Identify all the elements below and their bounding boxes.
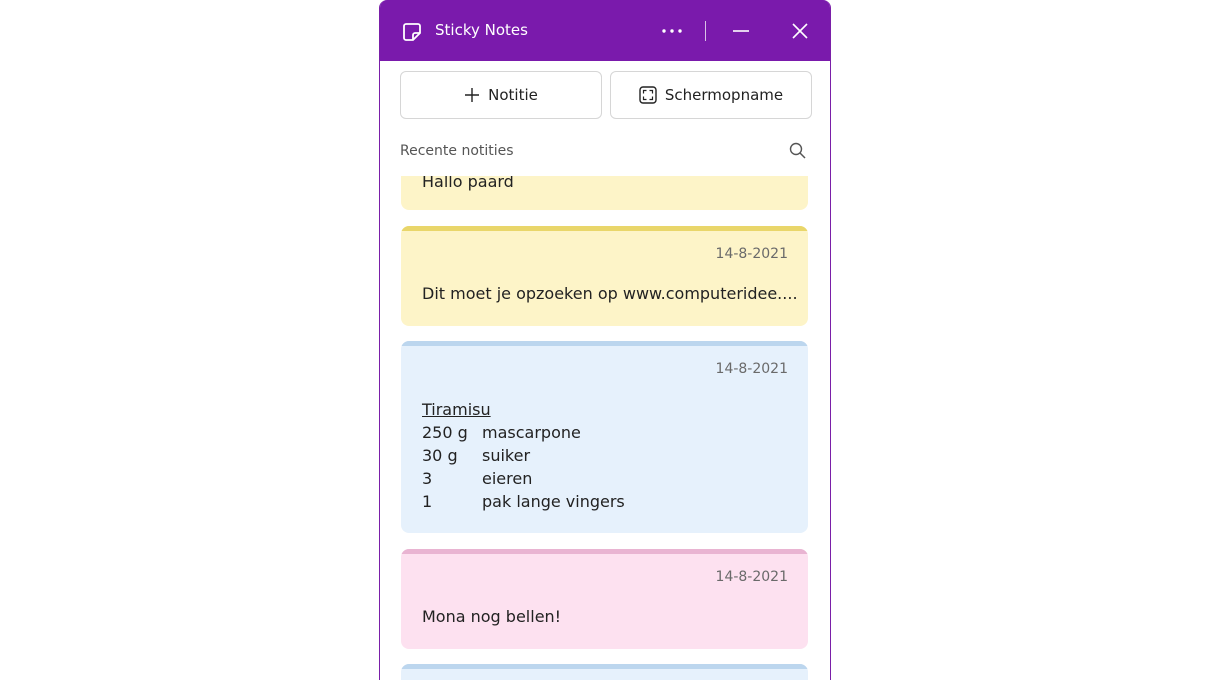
note-text: Mona nog bellen!: [422, 607, 562, 626]
note-card[interactable]: Hallo paard: [401, 176, 808, 210]
ingredient-item: mascarpone: [482, 423, 581, 442]
minimize-icon: [733, 30, 749, 32]
ingredient-row: 250 g mascarpone: [422, 421, 625, 444]
ingredient-item: eieren: [482, 469, 533, 488]
search-icon: [789, 142, 806, 159]
title-bar: Sticky Notes: [380, 0, 830, 61]
note-color-bar: [401, 341, 808, 346]
new-note-button[interactable]: Notitie: [400, 71, 602, 119]
new-note-label: Notitie: [488, 86, 538, 104]
screenshot-button[interactable]: Schermopname: [610, 71, 812, 119]
screenshot-icon: [639, 86, 657, 104]
search-button[interactable]: [788, 141, 808, 161]
ingredient-qty: 250 g: [422, 423, 468, 442]
window-title: Sticky Notes: [435, 21, 528, 39]
plus-icon: [465, 88, 480, 102]
ingredient-qty: 30 g: [422, 446, 458, 465]
more-icon: [662, 29, 682, 33]
note-date: 14-8-2021: [715, 246, 788, 262]
note-card[interactable]: 14-8-2021 Mona nog bellen!: [401, 549, 808, 649]
recent-notes-heading: Recente notities: [400, 143, 514, 159]
minimize-button[interactable]: [726, 16, 756, 46]
note-color-bar: [401, 226, 808, 231]
note-heading: Tiramisu: [422, 400, 491, 419]
ingredient-item: pak lange vingers: [482, 492, 625, 511]
note-date: 14-8-2021: [715, 569, 788, 585]
ingredient-row: 1 pak lange vingers: [422, 490, 625, 513]
title-bar-divider: [705, 21, 706, 41]
note-card[interactable]: 14-8-2021 Tiramisu 250 g mascarpone 30 g…: [401, 341, 808, 533]
screenshot-label: Schermopname: [664, 86, 784, 104]
ingredient-item: suiker: [482, 446, 531, 465]
note-text: Tiramisu 250 g mascarpone 30 g suiker 3 …: [422, 398, 625, 513]
ingredient-qty: 1: [422, 492, 433, 511]
sticky-notes-window: Sticky Notes Notitie Schermopname Recent…: [379, 0, 831, 680]
note-date: 14-8-2021: [715, 361, 788, 377]
note-color-bar: [401, 664, 808, 669]
ingredient-row: 3 eieren: [422, 467, 625, 490]
note-card[interactable]: 14-8-2021 Dit moet je opzoeken op www.co…: [401, 226, 808, 326]
note-text: Hallo paard: [422, 176, 514, 191]
sticky-notes-app-icon: [403, 23, 421, 41]
ingredient-row: 30 g suiker: [422, 444, 625, 467]
close-button[interactable]: [785, 16, 815, 46]
ingredient-qty: 3: [422, 469, 433, 488]
close-icon: [792, 23, 808, 39]
note-card[interactable]: [401, 664, 808, 680]
note-text: Dit moet je opzoeken op www.computeridee…: [422, 284, 798, 303]
notes-list: Hallo paard 14-8-2021 Dit moet je opzoek…: [380, 176, 830, 680]
more-options-button[interactable]: [658, 16, 686, 46]
note-color-bar: [401, 549, 808, 554]
